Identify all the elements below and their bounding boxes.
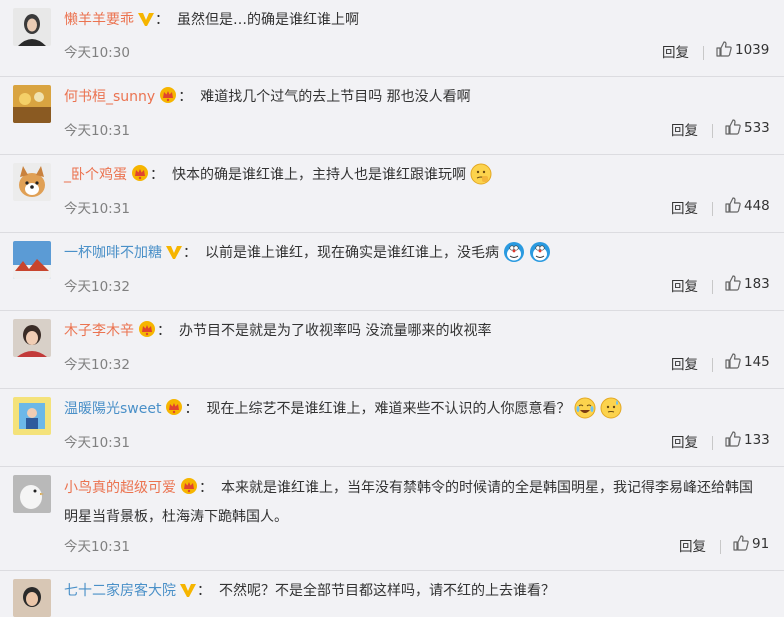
username[interactable]: 小鸟真的超级可爱 <box>64 480 176 496</box>
thinking-emoji-icon <box>470 163 492 194</box>
reply-button[interactable]: 回复 <box>671 431 698 451</box>
avatar[interactable] <box>13 475 51 513</box>
like-button[interactable]: 133 <box>725 431 770 448</box>
comment-text: 办节目不是就是为了收视率吗 没流量哪来的收视率 <box>179 323 492 339</box>
comment-item: _卧个鸡蛋 ： 快本的确是谁红谁上，主持人也是谁红跟谁玩啊 今天10:31 回复 4… <box>0 155 784 233</box>
timestamp: 今天10:31 <box>64 539 130 555</box>
reply-button[interactable]: 回复 <box>662 41 689 61</box>
comment-item: 一杯咖啡不加糖 ： 以前是谁上谁红，现在确实是谁红谁上，没毛病 今天10:32 回复… <box>0 233 784 311</box>
comment-text: 难道找几个过气的去上节目吗 那也没人看啊 <box>200 89 471 105</box>
username[interactable]: 何书桓_sunny <box>64 89 155 105</box>
reply-button[interactable]: 回复 <box>671 353 698 373</box>
like-count: 133 <box>744 432 770 448</box>
comment-text: 不然呢？不是全部节目都这样吗，请不红的上去谁看？ <box>219 583 555 599</box>
like-button[interactable]: 183 <box>725 275 770 292</box>
doraemon-emoji-icon <box>529 241 551 272</box>
sweat-emoji-icon <box>600 397 622 428</box>
avatar[interactable] <box>13 397 51 435</box>
verified-v-icon <box>179 582 197 607</box>
divider <box>720 540 721 554</box>
reply-button[interactable]: 回复 <box>671 275 698 295</box>
doraemon-emoji-icon <box>503 241 525 272</box>
thumbs-up-icon <box>725 275 741 291</box>
comment-item: 小鸟真的超级可爱：本来就是谁红谁上，当年没有禁韩令的时候请的全是韩国明星，我记得… <box>0 467 784 571</box>
avatar[interactable] <box>13 8 51 46</box>
colon: ： <box>178 89 193 105</box>
timestamp: 今天10:31 <box>64 123 130 139</box>
like-count: 448 <box>744 198 770 214</box>
like-button[interactable]: 1039 <box>716 41 769 58</box>
comment-item: 懒羊羊要乖 ： 虽然但是…的确是谁红谁上啊 今天10:30 回复 1039 <box>0 0 784 77</box>
divider <box>712 436 713 450</box>
divider <box>712 280 713 294</box>
comment-list: 懒羊羊要乖 ： 虽然但是…的确是谁红谁上啊 今天10:30 回复 1039 何书桓_… <box>0 0 784 617</box>
thumbs-up-icon <box>725 353 741 369</box>
reply-button[interactable]: 回复 <box>671 119 698 139</box>
like-button[interactable]: 145 <box>725 353 770 370</box>
verified-v-icon <box>137 11 155 36</box>
divider <box>712 358 713 372</box>
like-count: 183 <box>744 276 770 292</box>
like-count: 533 <box>744 120 770 136</box>
comment-text: 虽然但是…的确是谁红谁上啊 <box>177 12 359 28</box>
divider <box>712 124 713 138</box>
colon: ： <box>197 583 211 599</box>
vip-crown-icon <box>137 320 157 347</box>
vip-crown-icon <box>164 398 184 425</box>
thumbs-up-icon <box>716 41 732 57</box>
timestamp: 今天10:30 <box>64 45 130 61</box>
avatar[interactable] <box>13 579 51 617</box>
comment-item: 木子李木辛 ： 办节目不是就是为了收视率吗 没流量哪来的收视率 今天10:32 回复… <box>0 311 784 389</box>
like-button[interactable]: 533 <box>725 119 770 136</box>
like-count: 91 <box>752 536 770 552</box>
colon: ： <box>150 167 164 183</box>
timestamp: 今天10:32 <box>64 279 130 295</box>
verified-v-icon <box>165 244 183 269</box>
username[interactable]: 一杯咖啡不加糖 <box>64 245 162 261</box>
username[interactable]: 温暖陽光sweet <box>64 401 161 417</box>
comment-item: 何书桓_sunny ： 难道找几个过气的去上节目吗 那也没人看啊 今天10:31 回… <box>0 77 784 155</box>
thumbs-up-icon <box>733 535 749 551</box>
thumbs-up-icon <box>725 119 741 135</box>
colon: ： <box>183 245 197 261</box>
avatar[interactable] <box>13 163 51 201</box>
colon: ： <box>199 480 213 496</box>
like-button[interactable]: 448 <box>725 197 770 214</box>
timestamp: 今天10:31 <box>64 435 130 451</box>
like-count: 1039 <box>735 42 770 58</box>
timestamp: 今天10:32 <box>64 357 130 373</box>
comment-text: 快本的确是谁红谁上，主持人也是谁红跟谁玩啊 <box>172 167 466 183</box>
username[interactable]: 懒羊羊要乖 <box>64 12 134 28</box>
thumbs-up-icon <box>725 431 741 447</box>
colon: ： <box>184 401 199 417</box>
reply-button[interactable]: 回复 <box>679 535 706 555</box>
comment-item: 温暖陽光sweet ： 现在上综艺不是谁红谁上，难道来些不认识的人你愿意看？ 今天1… <box>0 389 784 467</box>
username[interactable]: 七十二家房客大院 <box>64 583 176 599</box>
laugh-cry-emoji-icon <box>574 397 596 428</box>
like-button[interactable]: 91 <box>733 535 769 552</box>
username[interactable]: _卧个鸡蛋 <box>64 167 127 183</box>
vip-crown-icon <box>179 477 199 504</box>
reply-button[interactable]: 回复 <box>671 197 698 217</box>
divider <box>712 202 713 216</box>
timestamp: 今天10:31 <box>64 201 130 217</box>
avatar[interactable] <box>13 85 51 123</box>
thumbs-up-icon <box>725 197 741 213</box>
comment-text: 现在上综艺不是谁红谁上，难道来些不认识的人你愿意看？ <box>206 401 571 417</box>
vip-crown-icon <box>130 164 150 191</box>
comment-text: 以前是谁上谁红，现在确实是谁红谁上，没毛病 <box>205 245 499 261</box>
username[interactable]: 木子李木辛 <box>64 323 134 339</box>
vip-crown-icon <box>158 86 178 113</box>
avatar[interactable] <box>13 319 51 357</box>
like-count: 145 <box>744 354 770 370</box>
avatar[interactable] <box>13 241 51 279</box>
colon: ： <box>157 323 171 339</box>
comment-item: 七十二家房客大院 ： 不然呢？不是全部节目都这样吗，请不红的上去谁看？ <box>0 571 784 617</box>
colon: ： <box>155 12 169 28</box>
divider <box>703 46 704 60</box>
